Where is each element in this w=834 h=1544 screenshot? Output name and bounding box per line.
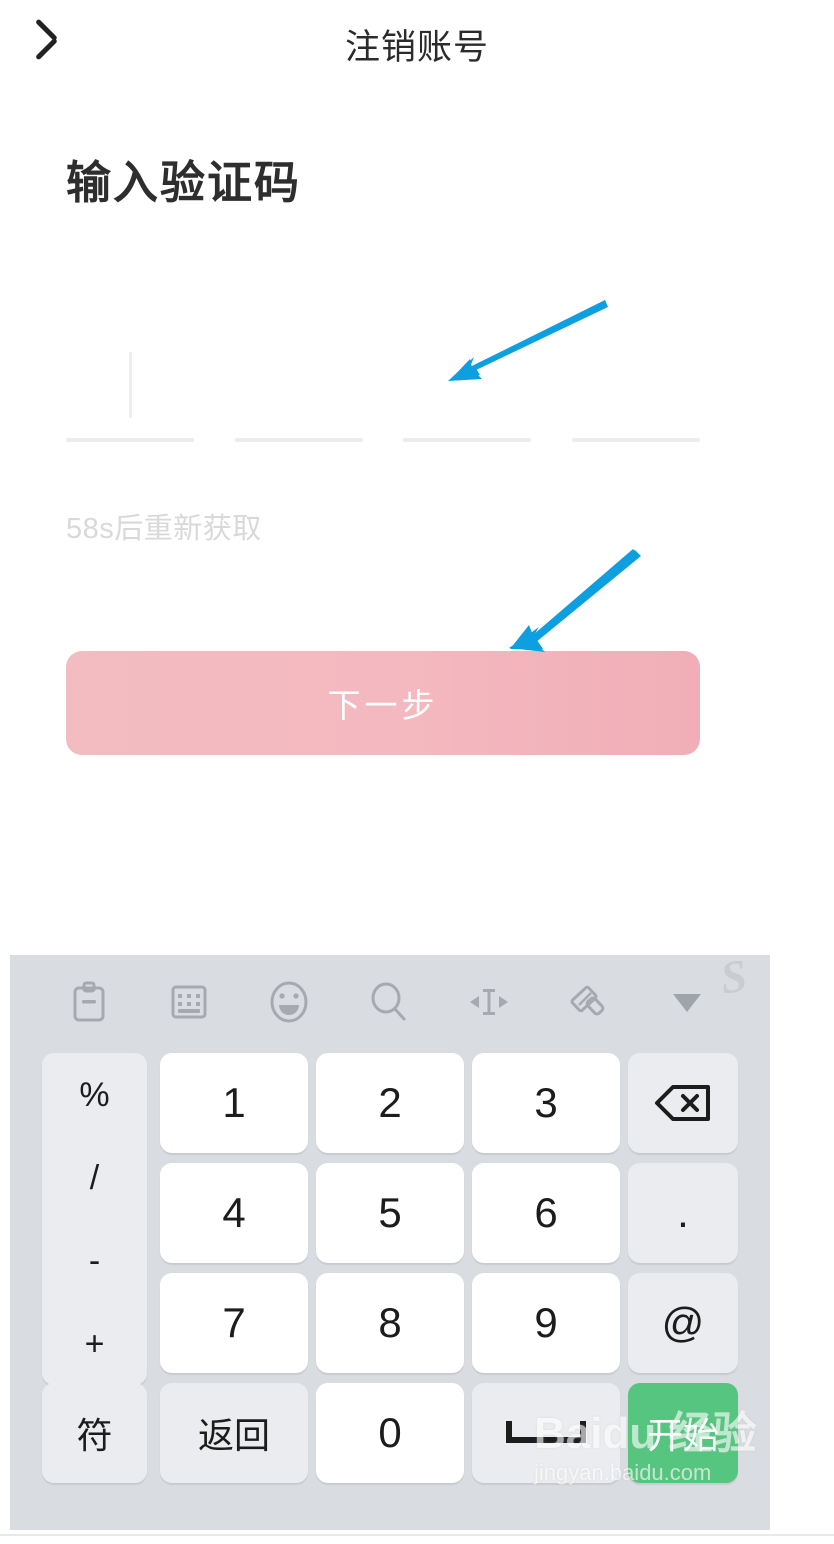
code-cell-value [66, 330, 194, 434]
key-9[interactable]: 9 [472, 1273, 620, 1373]
key-7[interactable]: 7 [160, 1273, 308, 1373]
cursor-move-icon[interactable] [460, 973, 518, 1031]
page-title: 输入验证码 [66, 157, 302, 208]
key-3[interactable]: 3 [472, 1053, 620, 1153]
key-start-confirm[interactable]: 开始 [628, 1383, 738, 1483]
code-cell-underline [234, 438, 363, 442]
key-0[interactable]: 0 [316, 1383, 464, 1483]
page-header-title: 注销账号 [344, 28, 489, 67]
resend-code-timer[interactable]: 58s后重新获取 [66, 505, 262, 547]
key-backspace[interactable] [628, 1053, 738, 1153]
key-symbols-fu[interactable]: 符 [42, 1383, 147, 1483]
code-cell-4[interactable] [571, 330, 700, 442]
code-cell-underline [571, 438, 700, 442]
app-header: 注销账号 [0, 0, 834, 96]
code-cell-value [572, 330, 700, 434]
code-cell-value [403, 330, 531, 434]
sogou-brand-logo: S [717, 955, 750, 1004]
key-symbol-slash: / [89, 1158, 100, 1197]
emoji-icon[interactable] [260, 973, 318, 1031]
keyboard-icon[interactable] [160, 973, 218, 1031]
key-1[interactable]: 1 [160, 1053, 308, 1153]
code-cell-3[interactable] [403, 330, 532, 442]
code-cell-value [235, 330, 363, 434]
key-4[interactable]: 4 [160, 1163, 308, 1263]
backspace-icon [655, 1085, 710, 1121]
annotation-arrow-to-next-button [509, 549, 641, 652]
next-step-button[interactable]: 下一步 [66, 651, 700, 755]
brush-icon[interactable] [562, 973, 620, 1031]
clipboard-icon[interactable] [60, 973, 118, 1031]
key-period[interactable]: . [628, 1163, 738, 1263]
key-symbol-minus: - [88, 1241, 101, 1280]
keyboard-keys: % / - + 1 2 3 4 5 6 . 7 8 9 @ 符 返回 0 开始 [10, 1047, 770, 1517]
key-2[interactable]: 2 [316, 1053, 464, 1153]
code-cell-1[interactable] [66, 330, 194, 442]
key-symbol-plus: + [84, 1324, 105, 1363]
code-cell-underline [403, 438, 532, 442]
key-8[interactable]: 8 [316, 1273, 464, 1373]
verification-code-input[interactable] [66, 330, 700, 442]
app-screen: 注销账号 输入验证码 58s后重新获取 下一步 S % / - + 1 2 3 … [0, 0, 834, 1544]
keyboard-toolbar: S [10, 955, 770, 1047]
key-symbol-percent: % [79, 1075, 110, 1114]
code-cell-2[interactable] [234, 330, 363, 442]
search-icon[interactable] [360, 973, 418, 1031]
key-symbol-column[interactable]: % / - + [42, 1053, 147, 1385]
home-indicator [0, 1534, 834, 1544]
key-at[interactable]: @ [628, 1273, 738, 1373]
key-6[interactable]: 6 [472, 1163, 620, 1263]
keyboard-bottom-strip [10, 1512, 770, 1530]
key-space[interactable] [472, 1383, 620, 1483]
key-return[interactable]: 返回 [160, 1383, 308, 1483]
space-icon [506, 1421, 586, 1443]
code-cell-underline [66, 438, 194, 442]
key-5[interactable]: 5 [316, 1163, 464, 1263]
sogou-numeric-keyboard: S % / - + 1 2 3 4 5 6 . 7 8 9 @ 符 返回 0 开… [10, 955, 770, 1530]
